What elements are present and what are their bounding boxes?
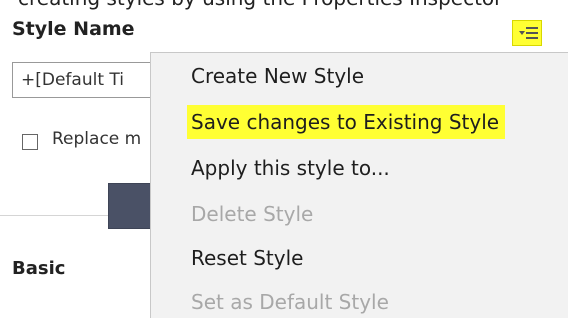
menu-item-set-default-style: Set as Default Style — [191, 290, 389, 314]
style-menu-button[interactable] — [512, 20, 542, 46]
style-name-label: Style Name — [12, 18, 135, 40]
menu-item-apply-style[interactable]: Apply this style to... — [191, 151, 396, 185]
style-options-menu: Create New Style Save changes to Existin… — [150, 52, 568, 318]
menu-item-delete-style: Delete Style — [191, 202, 314, 226]
basic-section-label: Basic — [12, 258, 66, 279]
menu-item-save-changes[interactable]: Save changes to Existing Style — [187, 105, 506, 139]
top-cut-text: creating styles by using the Properties … — [18, 0, 502, 10]
menu-item-create-new-style[interactable]: Create New Style — [191, 59, 370, 93]
menu-item-reset-style[interactable]: Reset Style — [191, 241, 309, 275]
replace-checkbox[interactable] — [22, 134, 38, 150]
